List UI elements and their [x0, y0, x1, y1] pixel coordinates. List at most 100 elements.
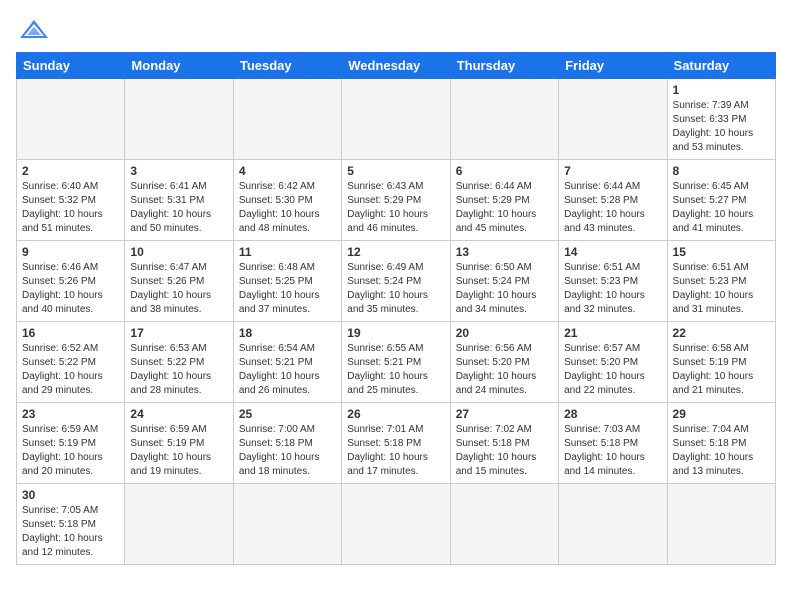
day-info: Sunrise: 7:00 AM Sunset: 5:18 PM Dayligh…	[239, 423, 336, 479]
day-info: Sunrise: 7:03 AM Sunset: 5:18 PM Dayligh…	[564, 423, 661, 479]
weekday-header-wednesday: Wednesday	[342, 53, 450, 79]
week-row-4: 16Sunrise: 6:52 AM Sunset: 5:22 PM Dayli…	[17, 322, 776, 403]
day-number: 25	[239, 407, 336, 421]
calendar-cell	[667, 484, 775, 565]
calendar-cell: 22 Sunrise: 6:58 AM Sunset: 5:19 PM Dayli…	[667, 322, 775, 403]
calendar-cell	[450, 79, 558, 160]
day-number: 11	[239, 245, 336, 259]
day-info: Sunrise: 7:01 AM Sunset: 5:18 PM Dayligh…	[347, 423, 444, 479]
calendar-table: SundayMondayTuesdayWednesdayThursdayFrid…	[16, 52, 776, 565]
calendar-cell	[559, 79, 667, 160]
calendar-cell: 21 Sunrise: 6:57 AM Sunset: 5:20 PM Dayli…	[559, 322, 667, 403]
weekday-header-friday: Friday	[559, 53, 667, 79]
day-number: 16	[22, 326, 119, 340]
calendar-cell	[342, 79, 450, 160]
calendar-cell: 2 Sunrise: 6:40 AM Sunset: 5:32 PM Daylig…	[17, 160, 125, 241]
day-info: Sunrise: 7:39 AM Sunset: 6:33 PM Dayligh…	[673, 99, 770, 155]
calendar-cell: 30 Sunrise: 7:05 AM Sunset: 5:18 PM Dayli…	[17, 484, 125, 565]
day-info: Sunrise: 6:45 AM Sunset: 5:27 PM Dayligh…	[673, 180, 770, 236]
day-number: 30	[22, 488, 119, 502]
logo	[16, 16, 56, 44]
calendar-cell	[17, 79, 125, 160]
calendar-cell: 29 Sunrise: 7:04 AM Sunset: 5:18 PM Dayli…	[667, 403, 775, 484]
day-info: Sunrise: 6:55 AM Sunset: 5:21 PM Dayligh…	[347, 342, 444, 398]
calendar-cell	[233, 79, 341, 160]
day-number: 29	[673, 407, 770, 421]
day-info: Sunrise: 6:48 AM Sunset: 5:25 PM Dayligh…	[239, 261, 336, 317]
calendar-cell: 17 Sunrise: 6:53 AM Sunset: 5:22 PM Dayli…	[125, 322, 233, 403]
day-number: 26	[347, 407, 444, 421]
day-info: Sunrise: 6:44 AM Sunset: 5:28 PM Dayligh…	[564, 180, 661, 236]
day-info: Sunrise: 7:04 AM Sunset: 5:18 PM Dayligh…	[673, 423, 770, 479]
calendar-cell	[342, 484, 450, 565]
logo-icon	[16, 16, 52, 44]
day-info: Sunrise: 6:49 AM Sunset: 5:24 PM Dayligh…	[347, 261, 444, 317]
day-number: 12	[347, 245, 444, 259]
day-info: Sunrise: 6:40 AM Sunset: 5:32 PM Dayligh…	[22, 180, 119, 236]
day-info: Sunrise: 6:51 AM Sunset: 5:23 PM Dayligh…	[673, 261, 770, 317]
day-info: Sunrise: 6:57 AM Sunset: 5:20 PM Dayligh…	[564, 342, 661, 398]
day-number: 20	[456, 326, 553, 340]
calendar-cell	[233, 484, 341, 565]
day-number: 3	[130, 164, 227, 178]
week-row-6: 30 Sunrise: 7:05 AM Sunset: 5:18 PM Dayli…	[17, 484, 776, 565]
day-info: Sunrise: 6:41 AM Sunset: 5:31 PM Dayligh…	[130, 180, 227, 236]
calendar-cell: 7 Sunrise: 6:44 AM Sunset: 5:28 PM Daylig…	[559, 160, 667, 241]
calendar-cell: 13 Sunrise: 6:50 AM Sunset: 5:24 PM Dayli…	[450, 241, 558, 322]
day-info: Sunrise: 6:47 AM Sunset: 5:26 PM Dayligh…	[130, 261, 227, 317]
weekday-header-tuesday: Tuesday	[233, 53, 341, 79]
calendar-cell	[125, 484, 233, 565]
day-number: 28	[564, 407, 661, 421]
calendar-cell: 14Sunrise: 6:51 AM Sunset: 5:23 PM Dayli…	[559, 241, 667, 322]
day-info: Sunrise: 6:51 AM Sunset: 5:23 PM Dayligh…	[564, 261, 661, 317]
day-number: 21	[564, 326, 661, 340]
calendar-cell: 9Sunrise: 6:46 AM Sunset: 5:26 PM Daylig…	[17, 241, 125, 322]
day-info: Sunrise: 6:56 AM Sunset: 5:20 PM Dayligh…	[456, 342, 553, 398]
day-info: Sunrise: 6:59 AM Sunset: 5:19 PM Dayligh…	[22, 423, 119, 479]
weekday-header-sunday: Sunday	[17, 53, 125, 79]
week-row-5: 23Sunrise: 6:59 AM Sunset: 5:19 PM Dayli…	[17, 403, 776, 484]
day-info: Sunrise: 6:46 AM Sunset: 5:26 PM Dayligh…	[22, 261, 119, 317]
weekday-header-thursday: Thursday	[450, 53, 558, 79]
calendar-cell: 19 Sunrise: 6:55 AM Sunset: 5:21 PM Dayli…	[342, 322, 450, 403]
day-info: Sunrise: 6:53 AM Sunset: 5:22 PM Dayligh…	[130, 342, 227, 398]
calendar-cell: 5Sunrise: 6:43 AM Sunset: 5:29 PM Daylig…	[342, 160, 450, 241]
day-number: 10	[130, 245, 227, 259]
calendar-cell: 24 Sunrise: 6:59 AM Sunset: 5:19 PM Dayli…	[125, 403, 233, 484]
day-number: 4	[239, 164, 336, 178]
week-row-2: 2 Sunrise: 6:40 AM Sunset: 5:32 PM Daylig…	[17, 160, 776, 241]
day-number: 6	[456, 164, 553, 178]
day-info: Sunrise: 6:50 AM Sunset: 5:24 PM Dayligh…	[456, 261, 553, 317]
day-info: Sunrise: 6:43 AM Sunset: 5:29 PM Dayligh…	[347, 180, 444, 236]
day-info: Sunrise: 6:54 AM Sunset: 5:21 PM Dayligh…	[239, 342, 336, 398]
week-row-3: 9Sunrise: 6:46 AM Sunset: 5:26 PM Daylig…	[17, 241, 776, 322]
calendar-cell: 6Sunrise: 6:44 AM Sunset: 5:29 PM Daylig…	[450, 160, 558, 241]
day-info: Sunrise: 7:05 AM Sunset: 5:18 PM Dayligh…	[22, 504, 119, 560]
calendar-cell: 1Sunrise: 7:39 AM Sunset: 6:33 PM Daylig…	[667, 79, 775, 160]
day-number: 19	[347, 326, 444, 340]
weekday-header-monday: Monday	[125, 53, 233, 79]
calendar-cell: 15 Sunrise: 6:51 AM Sunset: 5:23 PM Dayli…	[667, 241, 775, 322]
week-row-1: 1Sunrise: 7:39 AM Sunset: 6:33 PM Daylig…	[17, 79, 776, 160]
day-number: 17	[130, 326, 227, 340]
calendar-cell: 8Sunrise: 6:45 AM Sunset: 5:27 PM Daylig…	[667, 160, 775, 241]
day-number: 2	[22, 164, 119, 178]
day-number: 15	[673, 245, 770, 259]
calendar-cell: 10 Sunrise: 6:47 AM Sunset: 5:26 PM Dayli…	[125, 241, 233, 322]
day-info: Sunrise: 6:58 AM Sunset: 5:19 PM Dayligh…	[673, 342, 770, 398]
day-number: 13	[456, 245, 553, 259]
day-number: 7	[564, 164, 661, 178]
calendar-cell: 27Sunrise: 7:02 AM Sunset: 5:18 PM Dayli…	[450, 403, 558, 484]
day-number: 22	[673, 326, 770, 340]
calendar-cell: 20 Sunrise: 6:56 AM Sunset: 5:20 PM Dayli…	[450, 322, 558, 403]
day-info: Sunrise: 6:59 AM Sunset: 5:19 PM Dayligh…	[130, 423, 227, 479]
header	[16, 16, 776, 44]
day-number: 24	[130, 407, 227, 421]
calendar-cell: 4Sunrise: 6:42 AM Sunset: 5:30 PM Daylig…	[233, 160, 341, 241]
day-info: Sunrise: 7:02 AM Sunset: 5:18 PM Dayligh…	[456, 423, 553, 479]
calendar-cell: 18Sunrise: 6:54 AM Sunset: 5:21 PM Dayli…	[233, 322, 341, 403]
calendar-cell: 26 Sunrise: 7:01 AM Sunset: 5:18 PM Dayli…	[342, 403, 450, 484]
calendar-cell	[450, 484, 558, 565]
calendar-cell	[125, 79, 233, 160]
calendar-cell: 12 Sunrise: 6:49 AM Sunset: 5:24 PM Dayli…	[342, 241, 450, 322]
